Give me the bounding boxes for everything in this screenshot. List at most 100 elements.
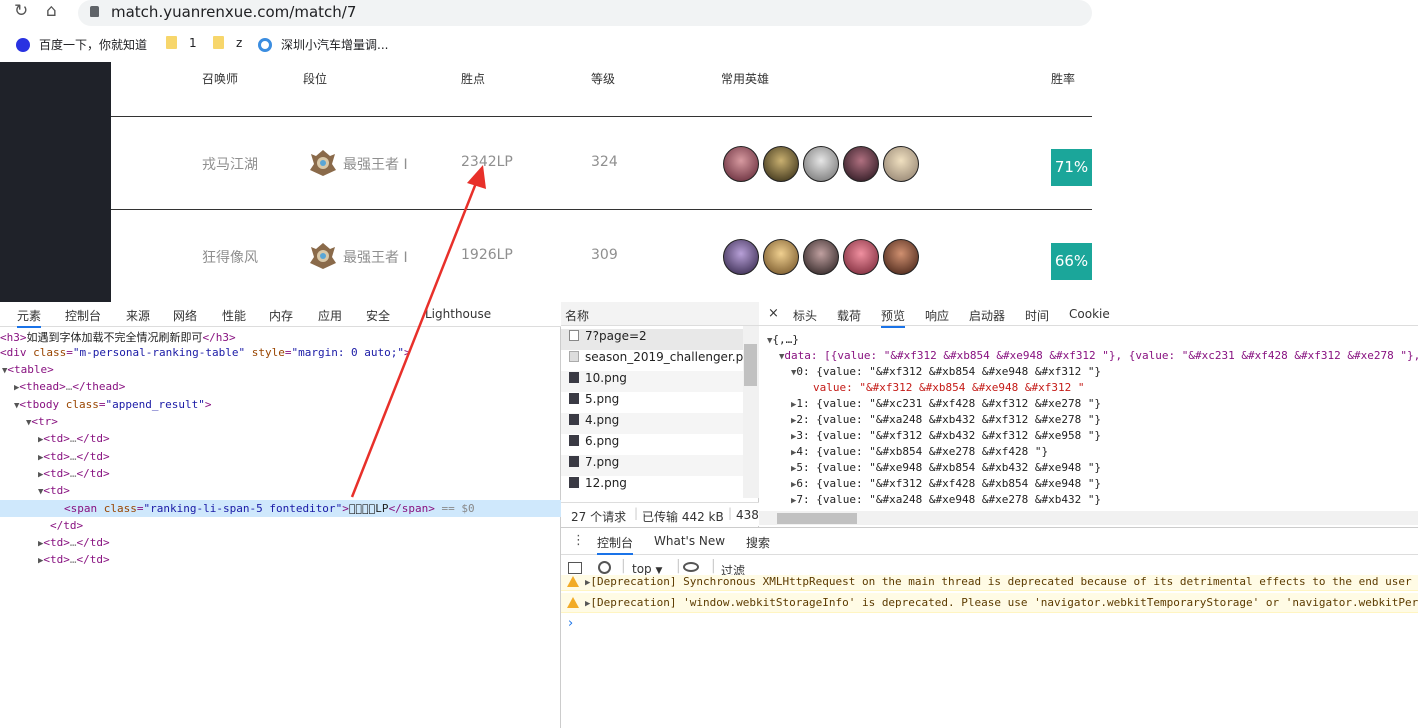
hero-avatar [803, 239, 839, 275]
network-column-header[interactable]: 名称 [561, 302, 759, 326]
json-item[interactable]: ▶2: {value: "&#xa248 &#xb432 &#xf312 &#x… [791, 413, 1101, 426]
dom-node-td[interactable]: ▶<td>…</td> [38, 467, 110, 480]
dom-node-h3[interactable]: <h3>如遇到字体加载不完全情况刷新即可</h3> [0, 329, 236, 345]
collapse-triangle-icon[interactable]: ▶ [38, 453, 43, 463]
transferred-size: 已传输 442 kB [642, 510, 724, 524]
devtools-tabbar: 元素 控制台 来源 网络 性能 内存 应用 安全 Lighthouse [0, 302, 561, 328]
image-icon [569, 372, 579, 383]
network-scroll-thumb[interactable] [744, 344, 757, 386]
close-icon[interactable]: × [768, 306, 779, 321]
request-row[interactable]: 7.png [561, 455, 743, 476]
dom-node-td-close[interactable]: </td> [50, 519, 83, 532]
dom-node-tr[interactable]: ▼<tr> [26, 415, 58, 428]
bookmark-shenzhen[interactable]: 深圳小汽车增量调... [258, 36, 388, 53]
tab-preview[interactable]: 预览 [881, 307, 906, 328]
dom-node-div[interactable]: <div class="m-personal-ranking-table" st… [0, 346, 411, 359]
expand-triangle-icon[interactable]: ▼ [38, 487, 43, 497]
json-item[interactable]: ▶7: {value: "&#xa248 &#xe948 &#xe278 &#x… [791, 493, 1101, 506]
image-icon [569, 456, 579, 467]
json-item[interactable]: ▶5: {value: "&#xe948 &#xb854 &#xb432 &#x… [791, 461, 1101, 474]
tab-sources[interactable]: 来源 [126, 307, 150, 324]
rank-tier: 最强王者 I [343, 157, 408, 173]
preview-hscrollbar[interactable] [759, 511, 1418, 525]
context-selector[interactable]: top ▼ [632, 562, 662, 576]
bookmark-baidu[interactable]: 百度一下，你就知道 [16, 36, 147, 53]
console-warning[interactable]: ▶[Deprecation] 'window.webkitStorageInfo… [561, 593, 1418, 613]
span-class-value: ranking-li-span-5 fonteditor [150, 502, 336, 515]
bookmark-folder-1[interactable]: 1 [166, 36, 197, 50]
json-item[interactable]: ▶3: {value: "&#xf312 &#xb432 &#xf312 &#x… [791, 429, 1101, 442]
tab-elements[interactable]: 元素 [17, 307, 42, 328]
json-item[interactable]: ▶4: {value: "&#xb854 &#xe278 &#xf428 "} [791, 445, 1048, 458]
tab-drawer-console[interactable]: 控制台 [597, 534, 634, 555]
collapse-triangle-icon[interactable]: ▶ [38, 435, 43, 445]
request-name: 6.png [585, 434, 620, 448]
request-row[interactable]: 7?page=2 [561, 329, 743, 350]
request-row[interactable]: 5.png [561, 392, 743, 413]
dom-node-td[interactable]: ▶<td>…</td> [38, 450, 110, 463]
json-line: 0: {value: "&#xf312 &#xb854 &#xe948 &#xf… [796, 365, 1102, 378]
tab-initiator[interactable]: 启动器 [969, 307, 1005, 324]
tab-console[interactable]: 控制台 [65, 307, 101, 324]
tab-lighthouse[interactable]: Lighthouse [425, 307, 491, 321]
expand-triangle-icon[interactable]: ▼ [14, 401, 19, 411]
clear-console-icon[interactable] [598, 561, 611, 574]
more-menu-icon[interactable]: ⋮ [572, 533, 585, 548]
collapse-triangle-icon[interactable]: ▶ [14, 383, 19, 393]
dom-node-span-selected[interactable]: <span class="ranking-li-span-5 fontedito… [64, 502, 475, 515]
request-row[interactable]: 12.png [561, 476, 743, 497]
network-request-list: 名称 7?page=2 season_2019_challenger.png 1… [561, 302, 759, 527]
preview-hscroll-thumb[interactable] [777, 513, 857, 524]
expand-triangle-icon[interactable]: ▼ [2, 366, 7, 376]
request-row[interactable]: season_2019_challenger.png [561, 350, 758, 371]
tab-search[interactable]: 搜索 [746, 534, 770, 551]
collapse-triangle-icon[interactable]: ▶ [38, 539, 43, 549]
json-data-array[interactable]: ▼data: [{value: "&#xf312 &#xb854 &#xe948… [779, 349, 1418, 362]
lock-icon [90, 6, 99, 17]
dom-node-td[interactable]: ▶<td>…</td> [38, 553, 110, 566]
dom-node-table[interactable]: ▼<table> [2, 363, 54, 376]
url-text[interactable]: match.yuanrenxue.com/match/7 [111, 3, 356, 21]
tab-headers[interactable]: 标头 [793, 307, 817, 324]
reload-icon[interactable]: ↻ [14, 1, 28, 21]
console-prompt[interactable]: › [568, 616, 573, 631]
sidebar-toggle-icon[interactable] [568, 562, 582, 574]
image-icon [569, 435, 579, 446]
tab-performance[interactable]: 性能 [222, 307, 246, 324]
json-item[interactable]: ▶1: {value: "&#xc231 &#xf428 &#xf312 &#x… [791, 397, 1101, 410]
console-warning[interactable]: ▶[Deprecation] Synchronous XMLHttpReques… [561, 575, 1418, 591]
dom-node-thead[interactable]: ▶<thead>…</thead> [14, 380, 125, 393]
bookmark-folder-z[interactable]: z [213, 36, 242, 50]
request-row[interactable]: 10.png [561, 371, 743, 392]
request-name: 10.png [585, 371, 627, 385]
json-root[interactable]: ▼{,…} [767, 333, 799, 346]
json-item[interactable]: ▶6: {value: "&#xf312 &#xf428 &#xb854 &#x… [791, 477, 1101, 490]
tab-cookies[interactable]: Cookie [1069, 307, 1110, 321]
warning-icon [567, 597, 579, 608]
tab-memory[interactable]: 内存 [269, 307, 293, 324]
home-icon[interactable]: ⌂ [46, 1, 57, 21]
tab-payload[interactable]: 载荷 [837, 307, 861, 324]
dom-node-td[interactable]: ▶<td>…</td> [38, 432, 110, 445]
collapse-triangle-icon[interactable]: ▶ [38, 470, 43, 480]
request-row[interactable]: 4.png [561, 413, 743, 434]
request-row[interactable]: 6.png [561, 434, 743, 455]
dom-node-td[interactable]: ▶<td>…</td> [38, 536, 110, 549]
dom-node-td-open[interactable]: ▼<td> [38, 484, 70, 497]
tab-whats-new[interactable]: What's New [654, 534, 725, 548]
tab-security[interactable]: 安全 [366, 307, 390, 324]
tab-network[interactable]: 网络 [173, 307, 197, 324]
summoner-name: 狂得像风 [202, 250, 258, 266]
response-preview-panel: × 标头 载荷 预览 响应 启动器 时间 Cookie ▼{,…} ▼data:… [759, 302, 1418, 527]
collapse-triangle-icon[interactable]: ▶ [38, 556, 43, 566]
dom-node-tbody[interactable]: ▼<tbody class="append_result"> [14, 398, 212, 411]
tab-application[interactable]: 应用 [318, 307, 342, 324]
expand-triangle-icon[interactable]: ▼ [26, 418, 31, 428]
hero-avatar [883, 239, 919, 275]
warning-text: [Deprecation] 'window.webkitStorageInfo'… [590, 596, 1418, 609]
tab-timing[interactable]: 时间 [1025, 307, 1049, 324]
eye-icon[interactable] [683, 562, 699, 572]
tab-response[interactable]: 响应 [925, 307, 949, 324]
challenger-rank-icon [310, 243, 336, 269]
json-item[interactable]: ▼0: {value: "&#xf312 &#xb854 &#xe948 &#x… [791, 365, 1101, 378]
